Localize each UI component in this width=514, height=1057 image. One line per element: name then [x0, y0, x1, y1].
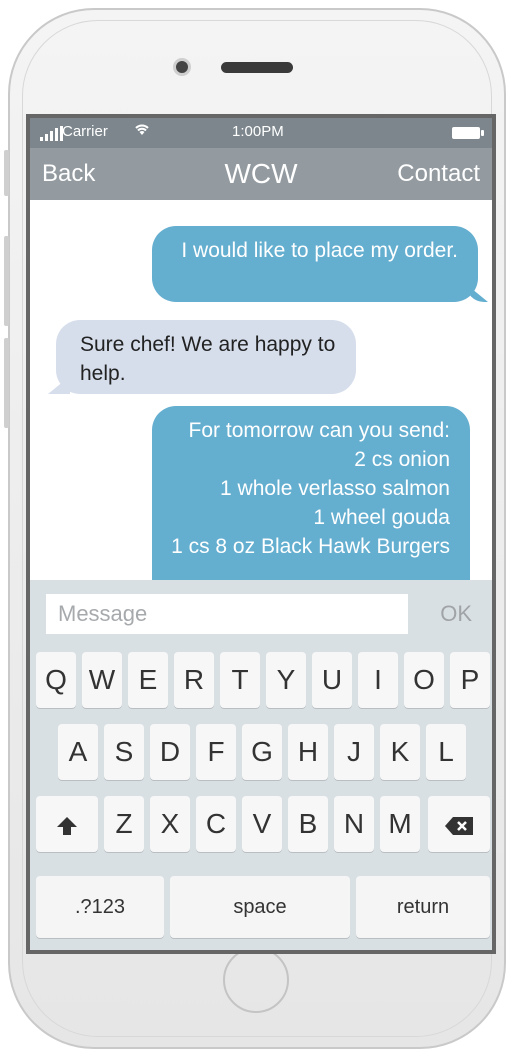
- outgoing-message: For tomorrow can you send: 2 cs onion 1 …: [152, 406, 470, 580]
- mute-switch: [4, 150, 9, 196]
- speaker-grille: [221, 62, 293, 73]
- key-b[interactable]: B: [288, 796, 328, 852]
- message-line: 1 cs 8 oz Black Hawk Burgers: [171, 535, 450, 558]
- send-button[interactable]: OK: [440, 594, 472, 634]
- message-line: 1 whole verlasso salmon: [220, 477, 450, 500]
- incoming-message: Sure chef! We are happy to help.: [56, 320, 356, 394]
- delete-key[interactable]: [428, 796, 490, 852]
- key-i[interactable]: I: [358, 652, 398, 708]
- key-z[interactable]: Z: [104, 796, 144, 852]
- key-l[interactable]: L: [426, 724, 466, 780]
- message-line: For tomorrow can you send:: [188, 419, 450, 442]
- key-j[interactable]: J: [334, 724, 374, 780]
- message-text: Sure chef! We are happy to help.: [80, 333, 336, 385]
- home-button[interactable]: [223, 947, 289, 1013]
- key-u[interactable]: U: [312, 652, 352, 708]
- key-f[interactable]: F: [196, 724, 236, 780]
- return-key[interactable]: return: [356, 876, 490, 938]
- key-v[interactable]: V: [242, 796, 282, 852]
- key-c[interactable]: C: [196, 796, 236, 852]
- signal-icon: [40, 126, 63, 141]
- message-line: 1 wheel gouda: [313, 506, 450, 529]
- back-button[interactable]: Back: [42, 160, 95, 188]
- volume-up-button: [4, 236, 9, 326]
- message-line: 2 cs onion: [354, 448, 450, 471]
- key-r[interactable]: R: [174, 652, 214, 708]
- outgoing-message: I would like to place my order.: [152, 226, 478, 302]
- numbers-key[interactable]: .?123: [36, 876, 164, 938]
- key-h[interactable]: H: [288, 724, 328, 780]
- shift-key[interactable]: [36, 796, 98, 852]
- key-k[interactable]: K: [380, 724, 420, 780]
- volume-down-button: [4, 338, 9, 428]
- key-p[interactable]: P: [450, 652, 490, 708]
- backspace-icon: [445, 816, 473, 835]
- key-y[interactable]: Y: [266, 652, 306, 708]
- phone-screen: Carrier 1:00PM Back WCW Contact I would …: [26, 114, 496, 954]
- key-x[interactable]: X: [150, 796, 190, 852]
- key-e[interactable]: E: [128, 652, 168, 708]
- key-s[interactable]: S: [104, 724, 144, 780]
- message-text: I would like to place my order.: [181, 239, 458, 262]
- key-n[interactable]: N: [334, 796, 374, 852]
- nav-bar: Back WCW Contact: [30, 148, 492, 200]
- key-m[interactable]: M: [380, 796, 420, 852]
- shift-arrow-icon: [57, 816, 77, 835]
- key-a[interactable]: A: [58, 724, 98, 780]
- keyboard: Message OK Q W E R T Y U I O P A S D F G…: [30, 580, 492, 950]
- key-o[interactable]: O: [404, 652, 444, 708]
- key-q[interactable]: Q: [36, 652, 76, 708]
- front-camera-icon: [173, 58, 191, 76]
- key-d[interactable]: D: [150, 724, 190, 780]
- key-w[interactable]: W: [82, 652, 122, 708]
- carrier-label: Carrier: [62, 123, 108, 140]
- status-bar: Carrier 1:00PM: [30, 118, 492, 148]
- wifi-icon: [134, 122, 150, 140]
- contact-button[interactable]: Contact: [397, 160, 480, 188]
- message-thread[interactable]: I would like to place my order. Sure che…: [30, 200, 492, 580]
- battery-icon: [452, 127, 484, 139]
- message-input[interactable]: Message: [46, 594, 408, 634]
- status-time: 1:00PM: [232, 123, 284, 140]
- space-key[interactable]: space: [170, 876, 350, 938]
- key-g[interactable]: G: [242, 724, 282, 780]
- key-t[interactable]: T: [220, 652, 260, 708]
